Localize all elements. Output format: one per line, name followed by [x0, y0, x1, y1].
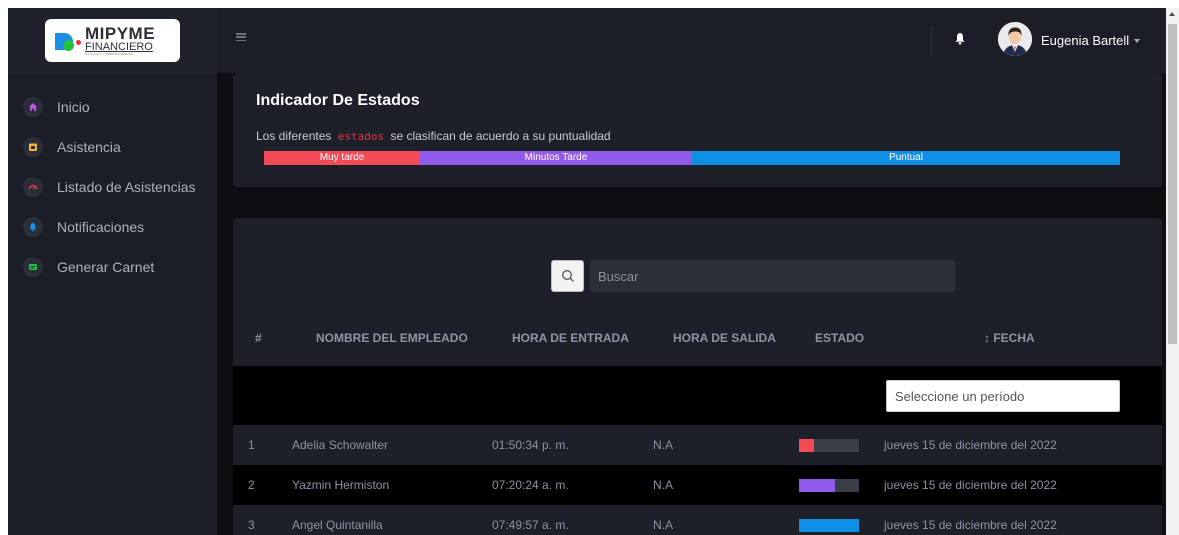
cell-name: Yazmin Hermiston — [292, 478, 390, 492]
app-window: MIPYME FINANCIERO S.A.S. P.A.C. / CREDIT… — [8, 8, 1166, 535]
sidebar-item-asistencia[interactable]: Asistencia — [8, 127, 217, 167]
table-row[interactable]: 1 Adelia Schowalter 01:50:34 p. m. N.A j… — [233, 425, 1162, 465]
calendar-icon — [23, 137, 43, 157]
sidebar: MIPYME FINANCIERO S.A.S. P.A.C. / CREDIT… — [8, 8, 217, 535]
header-divider — [931, 26, 932, 56]
attendance-table-card: # NOMBRE DEL EMPLEADO HORA DE ENTRADA HO… — [233, 218, 1162, 535]
logo-text: MIPYME FINANCIERO S.A.S. P.A.C. / CREDIT… — [85, 25, 155, 56]
sidebar-item-label: Listado de Asistencias — [57, 179, 196, 195]
gauge-icon — [23, 177, 43, 197]
col-header-name[interactable]: NOMBRE DEL EMPLEADO — [316, 331, 468, 345]
status-legend-bar: Minutos Tarde — [420, 151, 692, 165]
col-header-date[interactable]: ↕ FECHA — [984, 331, 1035, 345]
col-header-entry[interactable]: HORA DE ENTRADA — [512, 331, 629, 345]
sidebar-item-label: Inicio — [57, 99, 90, 115]
logo-mark-icon — [55, 31, 81, 51]
cell-date: jueves 15 de diciembre del 2022 — [884, 518, 1057, 532]
status-bar-fill — [799, 439, 814, 452]
status-bar-fill — [799, 519, 859, 532]
indicator-title: Indicador De Estados — [256, 92, 420, 109]
status-legend-bar: Puntual — [692, 151, 1120, 165]
period-picker-input[interactable] — [886, 380, 1120, 412]
cell-number: 2 — [248, 478, 255, 492]
status-legend-bar: Muy tarde — [264, 151, 420, 165]
user-menu[interactable]: Eugenia Bartell — [1041, 33, 1141, 48]
status-bar — [799, 439, 859, 452]
cell-exit: N.A — [653, 438, 674, 452]
logo[interactable]: MIPYME FINANCIERO S.A.S. P.A.C. / CREDIT… — [45, 19, 180, 62]
sidebar-item-label: Asistencia — [57, 139, 121, 155]
bell-icon — [23, 217, 43, 237]
search-button[interactable] — [551, 260, 584, 292]
indicator-description: Los diferentes estados se clasifican de … — [256, 129, 611, 143]
cell-number: 1 — [248, 438, 255, 452]
id-card-icon — [23, 257, 43, 277]
sidebar-item-listado[interactable]: Listado de Asistencias — [8, 167, 217, 207]
user-avatar[interactable] — [998, 22, 1032, 56]
scroll-thumb[interactable] — [1168, 24, 1177, 344]
col-header-number[interactable]: # — [255, 331, 262, 345]
col-header-exit[interactable]: HORA DE SALIDA — [673, 331, 776, 345]
sidebar-item-generar-carnet[interactable]: Generar Carnet — [8, 247, 217, 287]
hamburger-icon[interactable] — [236, 33, 246, 41]
status-indicator-card: Indicador De Estados Los diferentes esta… — [233, 73, 1162, 187]
logo-line1: MIPYME — [85, 24, 156, 43]
logo-tagline: S.A.S. P.A.C. / CREDITO DIRECTO — [85, 52, 133, 56]
desc-code: estados — [337, 130, 385, 143]
cell-exit: N.A — [653, 478, 674, 492]
sidebar-item-inicio[interactable]: Inicio — [8, 87, 217, 127]
filter-row — [233, 366, 1162, 425]
desc-after: se clasifican de acuerdo a su puntualida… — [390, 129, 611, 143]
search-input[interactable] — [590, 260, 955, 292]
cell-name: Angel Quintanilla — [292, 518, 383, 532]
user-name: Eugenia Bartell — [1041, 33, 1130, 48]
table-row[interactable]: 2 Yazmin Hermiston 07:20:24 a. m. N.A ju… — [233, 465, 1162, 505]
cell-date: jueves 15 de diciembre del 2022 — [884, 438, 1057, 452]
cell-name: Adelia Schowalter — [292, 438, 389, 452]
cell-exit: N.A — [653, 518, 674, 532]
cell-entry: 07:49:57 a. m. — [492, 518, 569, 532]
status-bar-fill — [799, 479, 835, 492]
cell-entry: 07:20:24 a. m. — [492, 478, 569, 492]
search-icon — [561, 270, 574, 282]
cell-number: 3 — [248, 518, 255, 532]
vertical-scrollbar[interactable] — [1166, 8, 1179, 535]
notification-bell-icon[interactable] — [954, 32, 966, 50]
cell-date: jueves 15 de diciembre del 2022 — [884, 478, 1057, 492]
top-header: Eugenia Bartell — [217, 8, 1166, 73]
scroll-up-icon[interactable] — [1169, 12, 1175, 16]
status-bar — [799, 519, 859, 532]
desc-before: Los diferentes — [256, 129, 332, 143]
logo-area: MIPYME FINANCIERO S.A.S. P.A.C. / CREDIT… — [8, 8, 217, 73]
cell-entry: 01:50:34 p. m. — [492, 438, 569, 452]
col-header-status[interactable]: ESTADO — [815, 331, 864, 345]
table-row[interactable]: 3 Angel Quintanilla 07:49:57 a. m. N.A j… — [233, 505, 1162, 535]
chevron-down-icon — [1134, 38, 1141, 43]
status-bar — [799, 479, 859, 492]
sidebar-item-label: Generar Carnet — [57, 259, 155, 275]
sidebar-item-notificaciones[interactable]: Notificaciones — [8, 207, 217, 247]
sidebar-item-label: Notificaciones — [57, 219, 145, 235]
home-icon — [23, 97, 43, 117]
sidebar-nav: Inicio Asistencia Listado de Asistencias… — [8, 73, 217, 287]
